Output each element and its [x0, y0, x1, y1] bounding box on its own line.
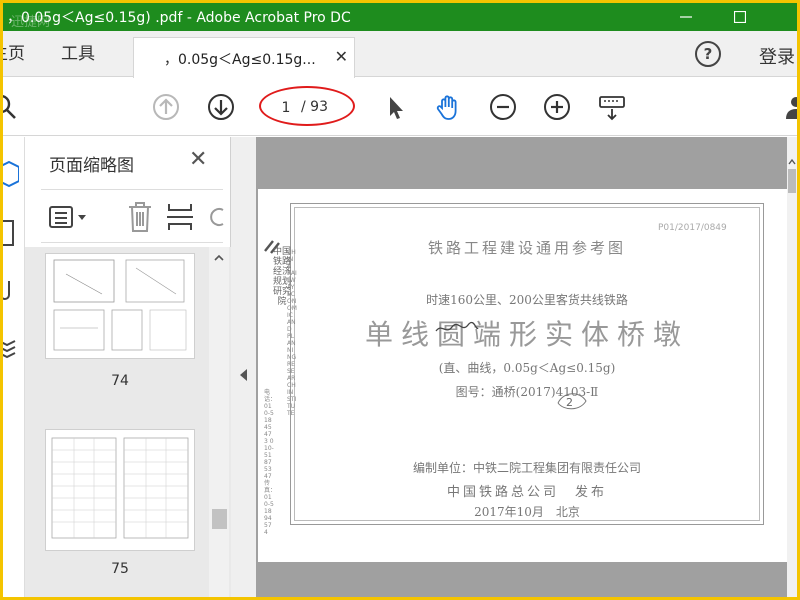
next-page-icon[interactable] [206, 92, 236, 122]
share-user-icon[interactable] [781, 92, 797, 122]
scroll-up-icon[interactable] [209, 251, 229, 265]
document-tab-title: ，0.05g＜Ag≤0.15g... [164, 52, 316, 68]
minimize-button[interactable] [663, 3, 709, 31]
minimize-icon [680, 16, 692, 18]
left-navigation-strip [3, 137, 25, 597]
handwritten-signature [435, 321, 479, 332]
document-view[interactable]: 中国铁路经济规划研究院 CHINA RAILWAY ECONOMIC AND P… [256, 137, 787, 597]
pdf-page: 中国铁路经济规划研究院 CHINA RAILWAY ECONOMIC AND P… [258, 189, 787, 562]
thumbnail-options-icon[interactable] [47, 202, 91, 232]
rotate-page-icon[interactable] [207, 200, 227, 234]
keyboard-scroll-icon[interactable] [597, 92, 627, 122]
watermark-text: 迅捷网 [11, 15, 51, 30]
thumbnail-page-75[interactable] [45, 429, 195, 551]
document-main-title: 单线圆端形实体桥墩 [364, 318, 689, 351]
thumbnail-list: 74 75 [25, 247, 231, 597]
scrollbar-thumb[interactable] [212, 509, 227, 529]
close-tab-icon[interactable]: ✕ [335, 47, 348, 66]
scrollbar-thumb[interactable] [788, 169, 796, 193]
scroll-up-icon[interactable] [787, 157, 797, 167]
collapse-arrow-icon[interactable] [240, 369, 247, 381]
thumbnail-page-number: 74 [111, 373, 129, 389]
page-thumbnails-nav-icon[interactable] [3, 159, 19, 189]
thumbnail-drawing-image [53, 259, 187, 351]
search-icon[interactable] [3, 92, 19, 122]
thumbnail-page-74[interactable] [45, 253, 195, 359]
title-bar: ，0.05g＜Ag≤0.15g) .pdf - Adobe Acrobat Pr… [3, 3, 797, 31]
document-subheading: 时速160公里、200公里客货共线铁路 [426, 293, 628, 307]
app-window: ，0.05g＜Ag≤0.15g) .pdf - Adobe Acrobat Pr… [3, 3, 797, 597]
thumbnail-table-image [51, 437, 189, 539]
zoom-in-icon[interactable] [542, 92, 572, 122]
delete-page-icon[interactable] [125, 200, 155, 234]
thumbnail-scrollbar[interactable] [209, 247, 229, 597]
tab-document[interactable]: ，0.05g＜Ag≤0.15g... ✕ [133, 37, 355, 78]
document-heading: 铁路工程建设通用参考图 [427, 239, 626, 257]
org-contact-vertical: 电话：010-51845473 010-51875347 传真：010-5189… [264, 389, 277, 536]
document-stamp-number: P01/2017/0849 [658, 223, 727, 233]
approval-seal: 2 [557, 393, 587, 410]
document-compiler: 编制单位：中铁二院工程集团有限责任公司 [412, 461, 641, 475]
layers-nav-icon[interactable] [3, 333, 17, 363]
thumbnails-panel-title: 页面缩略图 [49, 156, 134, 176]
document-drawing-number: 图号：通桥(2017)4103-Ⅱ [455, 385, 599, 399]
attachment-nav-icon[interactable] [3, 275, 17, 305]
toolbar: / 93 [3, 78, 797, 136]
window-title: ，0.05g＜Ag≤0.15g) .pdf - Adobe Acrobat Pr… [7, 10, 351, 26]
split-page-icon[interactable] [165, 200, 195, 234]
select-cursor-icon[interactable] [380, 92, 410, 122]
tab-home[interactable]: 主页 [3, 31, 25, 77]
help-icon[interactable]: ? [695, 41, 721, 67]
svg-text:2: 2 [566, 396, 573, 409]
login-button[interactable]: 登录 [759, 43, 795, 69]
thumbnail-tools [41, 189, 224, 243]
close-panel-icon[interactable]: ✕ [189, 147, 207, 172]
thumbnails-panel: 页面缩略图 ✕ 74 75 [25, 137, 231, 597]
highlight-annotation-oval [259, 86, 355, 126]
previous-page-icon[interactable] [151, 92, 181, 122]
maximize-icon [733, 10, 747, 24]
document-scrollbar[interactable] [787, 137, 797, 597]
document-publisher: 中国铁路总公司 发布 [446, 485, 607, 500]
thumbnail-page-number: 75 [111, 561, 129, 577]
document-date: 2017年10月 北京 [474, 505, 580, 519]
tab-bar: 主页 工具 ，0.05g＜Ag≤0.15g... ✕ ? 登录 [3, 31, 797, 78]
zoom-out-icon[interactable] [488, 92, 518, 122]
tab-tools[interactable]: 工具 [61, 31, 95, 77]
bookmark-nav-icon[interactable] [3, 219, 17, 249]
document-parameters: (直、曲线，0.05g＜Ag≤0.15g) [438, 361, 616, 375]
maximize-button[interactable] [717, 3, 763, 31]
hand-tool-icon[interactable] [433, 92, 463, 122]
collapse-panel-handle[interactable] [231, 137, 256, 597]
